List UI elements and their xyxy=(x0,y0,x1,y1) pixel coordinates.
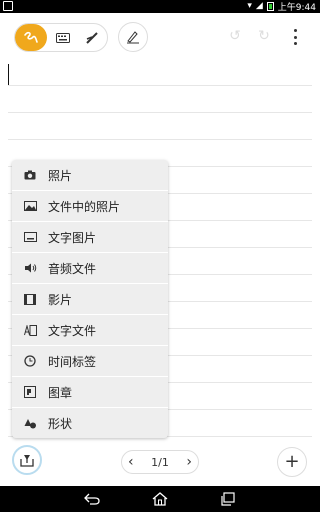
more-vert-icon xyxy=(293,29,297,32)
brush-mode-button[interactable] xyxy=(77,24,107,51)
video-icon xyxy=(12,293,48,305)
insert-menu: 照片 文件中的照片 文字图片 音频文件 影片 文字文件 时间标签 图章 形状 xyxy=(12,160,168,438)
status-time: 上午9:44 xyxy=(277,3,316,13)
battery-icon xyxy=(266,2,274,11)
menu-item-stamp[interactable]: 图章 xyxy=(12,377,168,408)
bottom-bar: ‹ 1/1 › + xyxy=(0,440,320,486)
wifi-icon: ▾ xyxy=(247,1,252,11)
ruled-line xyxy=(8,85,312,86)
status-bar: ▾ ◢ 上午9:44 xyxy=(0,0,320,13)
brush-icon xyxy=(86,31,98,44)
screen: ▾ ◢ 上午9:44 ↺ ↻ 照片 文件中的照片 文字图片 音频文件 影片 文字… xyxy=(0,0,320,512)
menu-item-time-stamp[interactable]: 时间标签 xyxy=(12,346,168,377)
recent-apps-button[interactable] xyxy=(220,491,236,507)
menu-item-label: 时间标签 xyxy=(48,354,97,369)
redo-icon: ↻ xyxy=(258,28,270,44)
text-file-icon xyxy=(12,324,48,336)
undo-icon: ↺ xyxy=(229,28,241,44)
input-mode-group xyxy=(14,23,108,52)
stamp-icon xyxy=(12,386,48,398)
toolbar: ↺ ↻ xyxy=(0,13,320,60)
back-icon xyxy=(84,493,100,505)
handwrite-mode-button[interactable] xyxy=(15,24,47,51)
recent-apps-icon xyxy=(221,492,235,506)
back-button[interactable] xyxy=(84,491,100,507)
menu-item-label: 影片 xyxy=(48,292,73,307)
more-dot xyxy=(293,42,297,45)
pen-settings-icon xyxy=(127,31,139,44)
insert-icon xyxy=(20,454,34,467)
notification-icon xyxy=(3,1,13,11)
menu-item-label: 文字图片 xyxy=(48,230,97,245)
page-indicator: 1/1 xyxy=(151,455,169,469)
clock-icon xyxy=(12,355,48,367)
menu-item-shape[interactable]: 形状 xyxy=(12,408,168,439)
signal-icon: ◢ xyxy=(255,1,263,11)
prev-page-button[interactable]: ‹ xyxy=(128,455,134,469)
keyboard-icon xyxy=(56,32,70,43)
ruled-line xyxy=(8,139,312,140)
handwriting-icon xyxy=(24,31,38,43)
insert-button[interactable] xyxy=(12,445,42,475)
menu-item-label: 形状 xyxy=(48,417,73,431)
menu-item-label: 图章 xyxy=(48,385,73,400)
home-button[interactable] xyxy=(152,491,168,507)
text-caret xyxy=(8,64,9,86)
ruled-line xyxy=(8,112,312,113)
menu-item-label: 照片 xyxy=(48,168,73,183)
camera-icon xyxy=(12,170,48,180)
system-nav-bar xyxy=(0,486,320,512)
menu-item-label: 文字文件 xyxy=(48,323,97,338)
keyboard-mode-button[interactable] xyxy=(48,24,78,51)
more-dot xyxy=(293,35,297,39)
home-icon xyxy=(152,492,168,506)
more-options-button[interactable] xyxy=(286,27,304,47)
shape-icon xyxy=(12,418,48,429)
menu-item-text-image[interactable]: 文字图片 xyxy=(12,222,168,253)
menu-item-label: 文件中的照片 xyxy=(48,199,121,214)
add-page-button[interactable]: + xyxy=(277,447,307,477)
menu-item-gallery-photo[interactable]: 文件中的照片 xyxy=(12,191,168,222)
menu-item-label: 音频文件 xyxy=(48,261,97,276)
gallery-icon xyxy=(12,201,48,211)
menu-item-video[interactable]: 影片 xyxy=(12,284,168,315)
audio-icon xyxy=(12,263,48,273)
menu-item-photo[interactable]: 照片 xyxy=(12,160,168,191)
menu-item-text-file[interactable]: 文字文件 xyxy=(12,315,168,346)
next-page-button[interactable]: › xyxy=(186,455,192,469)
pen-settings-button[interactable] xyxy=(118,22,148,52)
text-image-icon xyxy=(12,232,48,242)
undo-button[interactable]: ↺ xyxy=(226,27,244,45)
page-navigator: ‹ 1/1 › xyxy=(121,450,199,474)
redo-button[interactable]: ↻ xyxy=(255,27,273,45)
menu-item-audio[interactable]: 音频文件 xyxy=(12,253,168,284)
